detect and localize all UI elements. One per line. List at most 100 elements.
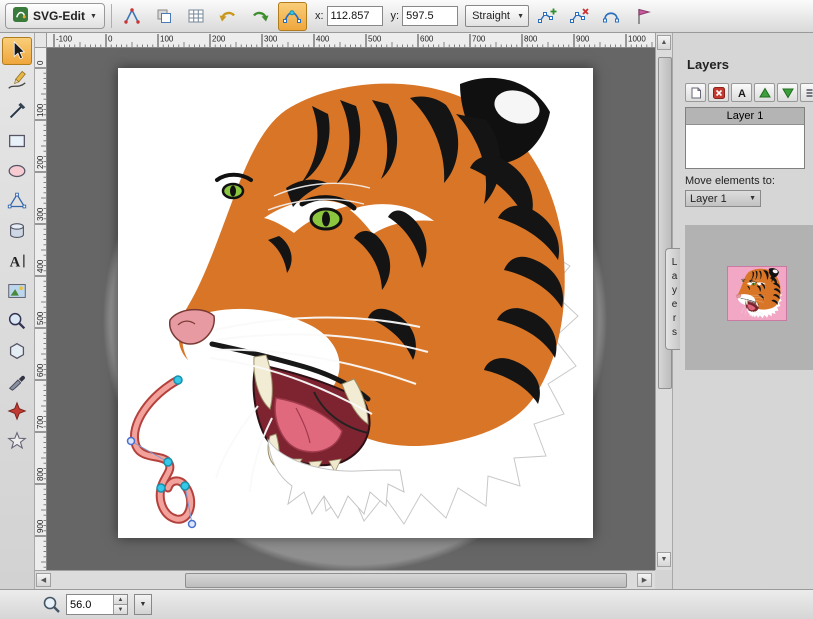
ellipse-tool-button[interactable] (2, 157, 32, 185)
x-coordinate-input[interactable] (327, 6, 383, 26)
move-elements-select[interactable]: Layer 1 ▼ (685, 190, 761, 207)
svg-text:700: 700 (472, 35, 486, 44)
green-down-arrow-icon (782, 87, 794, 99)
work-area: -10001002003004005006007008009001000 010… (35, 33, 672, 589)
svg-text:600: 600 (36, 363, 45, 377)
svg-text:700: 700 (36, 415, 45, 429)
rename-layer-button[interactable]: A (731, 83, 752, 102)
path-node[interactable] (164, 458, 172, 466)
letter-a-icon: A (736, 87, 748, 99)
select-tool-button[interactable] (2, 37, 32, 65)
spinner-up-icon: ▲ (118, 597, 124, 603)
zoom-input[interactable] (67, 595, 113, 614)
svg-text:0: 0 (36, 60, 45, 65)
pencil-tool-button[interactable] (2, 67, 32, 95)
layer-menu-button[interactable] (800, 83, 813, 102)
drawing-workspace[interactable] (47, 48, 655, 570)
layer-buttons-row: A (685, 83, 813, 102)
delete-layer-button[interactable] (708, 83, 729, 102)
control-point-handle[interactable] (189, 521, 196, 528)
chevron-down-icon: ▼ (140, 601, 147, 608)
path-triangle-icon (6, 190, 28, 212)
zoom-preset-dropdown-button[interactable]: ▼ (134, 594, 152, 615)
move-layer-up-button[interactable] (754, 83, 775, 102)
undo-button[interactable] (214, 2, 243, 31)
horizontal-scroll-thumb[interactable] (185, 573, 627, 588)
list-menu-icon (805, 87, 813, 99)
chevron-down-icon: ▼ (90, 13, 97, 20)
line-tool-button[interactable] (2, 97, 32, 125)
new-layer-button[interactable] (685, 83, 706, 102)
shape-library-tool-button[interactable] (2, 217, 32, 245)
svg-canvas[interactable] (118, 68, 593, 538)
top-toolbar: SVG-Edit ▼ x: y: Straight ▼ (0, 0, 813, 33)
red-x-icon (713, 87, 725, 99)
open-path-icon (601, 6, 621, 26)
svg-text:200: 200 (36, 155, 45, 169)
tool-palette: A (0, 33, 35, 589)
curve-handles-icon (282, 6, 302, 26)
vertical-ruler: 0100200300400500600700800900 (35, 48, 47, 570)
select-arrow-icon (6, 40, 28, 62)
image-tool-button[interactable] (2, 277, 32, 305)
star-icon (6, 430, 28, 452)
grid-button[interactable] (182, 2, 211, 31)
svg-text:A: A (738, 88, 746, 99)
green-up-arrow-icon (759, 87, 771, 99)
text-tool-button[interactable]: A (2, 247, 32, 275)
zoom-tool-button[interactable] (2, 307, 32, 335)
scroll-right-button[interactable]: ▶ (637, 573, 652, 587)
scroll-down-button[interactable]: ▼ (657, 552, 671, 567)
scroll-up-icon: ▲ (661, 39, 668, 46)
grid-icon (186, 6, 206, 26)
segment-type-select[interactable]: Straight ▼ (465, 5, 529, 27)
zoom-magnifier-icon (42, 595, 62, 615)
ellipse-icon (6, 160, 28, 182)
path-tool-button[interactable] (2, 187, 32, 215)
layers-panel-tab[interactable]: Layers (665, 248, 680, 350)
scroll-up-button[interactable]: ▲ (657, 35, 671, 50)
path-node[interactable] (157, 484, 165, 492)
add-node-button[interactable] (532, 2, 561, 31)
layer-row-selected[interactable]: Layer 1 (686, 108, 804, 125)
hexagon-icon (6, 340, 28, 362)
path-node[interactable] (181, 482, 189, 490)
path-node[interactable] (174, 376, 182, 384)
scrollbar-corner (655, 570, 672, 589)
layers-panel-title: Layers (687, 57, 729, 72)
scroll-down-icon: ▼ (661, 556, 668, 563)
flag-button[interactable] (628, 2, 657, 31)
move-elements-value: Layer 1 (690, 193, 727, 205)
main-menu-button[interactable]: SVG-Edit ▼ (5, 3, 105, 29)
scroll-left-button[interactable]: ◀ (36, 573, 51, 587)
y-coordinate-label: y: (391, 10, 400, 22)
scroll-right-icon: ▶ (642, 576, 647, 584)
move-elements-label: Move elements to: (685, 175, 775, 187)
control-point-handle[interactable] (128, 438, 135, 445)
zoom-decrease-button[interactable]: ▼ (114, 604, 127, 614)
flag-icon (633, 6, 653, 26)
link-control-points-button[interactable] (278, 2, 307, 31)
rectangle-tool-button[interactable] (2, 127, 32, 155)
horizontal-scrollbar[interactable]: ◀ ▶ (35, 570, 655, 589)
redo-button[interactable] (246, 2, 275, 31)
svg-text:800: 800 (36, 467, 45, 481)
burst-tool-button[interactable] (2, 397, 32, 425)
polygon-tool-button[interactable] (2, 337, 32, 365)
angle-tool-button[interactable] (118, 2, 147, 31)
move-layer-down-button[interactable] (777, 83, 798, 102)
svg-text:A: A (10, 255, 21, 271)
star-tool-button[interactable] (2, 427, 32, 455)
y-coordinate-input[interactable] (402, 6, 458, 26)
open-path-button[interactable] (596, 2, 625, 31)
pencil-icon (6, 70, 28, 92)
delete-node-button[interactable] (564, 2, 593, 31)
eyedropper-tool-button[interactable] (2, 367, 32, 395)
svg-text:0: 0 (108, 35, 113, 44)
zoom-increase-button[interactable]: ▲ (114, 595, 127, 604)
text-tool-icon: A (6, 250, 28, 272)
clone-button[interactable] (150, 2, 179, 31)
four-point-star-icon (6, 400, 28, 422)
svg-text:100: 100 (36, 103, 45, 117)
layer-preview-thumbnail[interactable] (727, 266, 787, 321)
